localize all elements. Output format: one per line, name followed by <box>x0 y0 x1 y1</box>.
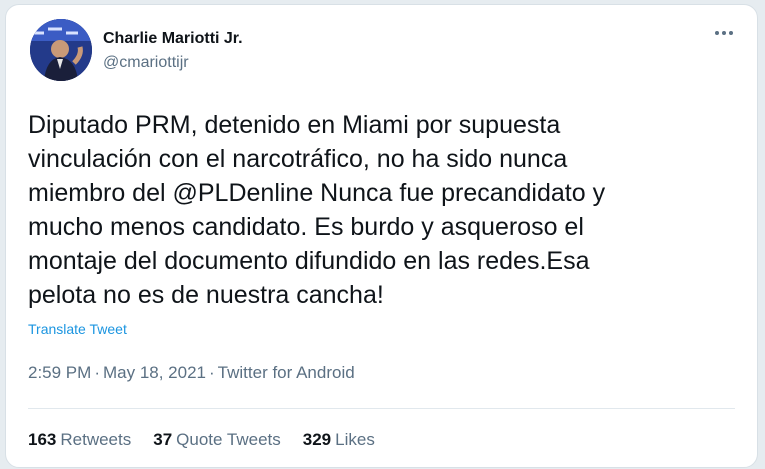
more-options-icon <box>715 31 733 35</box>
quote-tweets-stat[interactable]: 37 Quote Tweets <box>153 430 281 450</box>
likes-label: Likes <box>335 430 375 449</box>
avatar[interactable] <box>30 19 92 81</box>
tweet-time[interactable]: 2:59 PM <box>28 363 91 382</box>
meta-separator: · <box>94 363 100 382</box>
likes-stat[interactable]: 329 Likes <box>303 430 375 450</box>
author-handle[interactable]: @cmariottijr <box>103 54 189 72</box>
author-name[interactable]: Charlie Mariotti Jr. <box>103 30 243 48</box>
quote-tweets-count: 37 <box>153 430 173 449</box>
stats-divider <box>28 408 735 409</box>
avatar-image <box>30 19 92 81</box>
translate-tweet-link[interactable]: Translate Tweet <box>28 321 127 337</box>
meta-separator: · <box>209 363 215 382</box>
likes-count: 329 <box>302 430 332 449</box>
retweets-stat[interactable]: 163 Retweets <box>28 430 131 450</box>
more-options-button[interactable] <box>709 23 739 43</box>
retweets-label: Retweets <box>60 430 132 449</box>
tweet-stats: 163 Retweets 37 Quote Tweets 329 Likes <box>28 430 375 450</box>
tweet-source[interactable]: Twitter for Android <box>218 363 355 382</box>
retweets-count: 163 <box>28 430 57 449</box>
quote-tweets-label: Quote Tweets <box>176 430 281 449</box>
tweet-card: Charlie Mariotti Jr. @cmariottijr Diputa… <box>5 4 758 468</box>
tweet-text: Diputado PRM, detenido en Miami por supu… <box>28 111 606 309</box>
tweet-metadata: 2:59 PM · May 18, 2021 · Twitter for Android <box>28 363 355 383</box>
tweet-date[interactable]: May 18, 2021 <box>103 363 206 382</box>
